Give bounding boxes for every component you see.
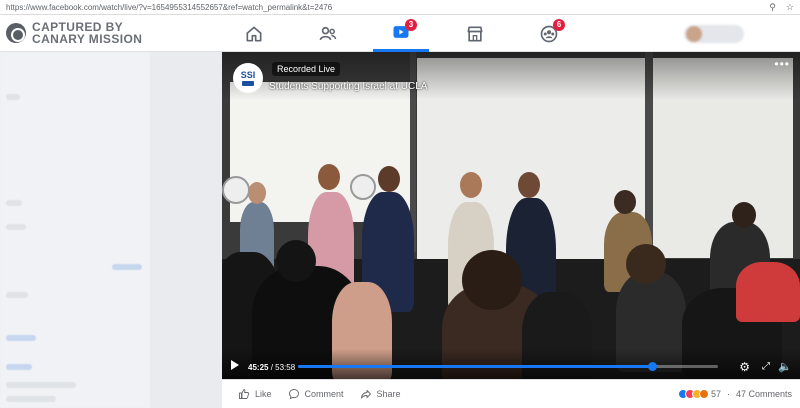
separator-dot: · — [726, 389, 730, 399]
progress-knob[interactable] — [647, 362, 657, 371]
url-text[interactable]: https://www.facebook.com/watch/live/?v=1… — [6, 3, 332, 12]
sidebar-blur-line — [112, 264, 142, 270]
home-icon — [246, 26, 262, 42]
elapsed-time: 45:25 — [248, 363, 269, 372]
reactions-summary[interactable]: 57 · 47 Comments — [677, 389, 792, 399]
tab-watch[interactable]: 3 — [373, 15, 429, 52]
like-label: Like — [255, 389, 272, 399]
play-icon[interactable] — [231, 360, 239, 370]
progress-bar[interactable] — [298, 362, 718, 371]
sidebar-blur-line — [6, 94, 20, 100]
share-icon — [360, 390, 371, 399]
star-icon[interactable]: ☆ — [786, 2, 794, 12]
fullscreen-icon[interactable]: ⤢ — [762, 361, 770, 373]
left-sidebar — [0, 52, 150, 408]
video-controls: 45:25 / 53:58 ⚙ ⤢ 🔈 — [222, 349, 800, 379]
video-frame — [222, 52, 800, 379]
reaction-count: 57 — [710, 389, 721, 399]
playback-time: 45:25 / 53:58 — [248, 363, 296, 372]
marketplace-icon — [467, 26, 483, 41]
tab-marketplace[interactable] — [447, 15, 503, 52]
share-button[interactable]: Share — [360, 388, 401, 400]
thumbs-up-icon — [239, 389, 250, 399]
settings-icon[interactable]: ⚙ — [739, 361, 750, 373]
browser-url-bar[interactable]: https://www.facebook.com/watch/live/?v=1… — [0, 0, 800, 15]
comment-label: Comment — [304, 389, 344, 399]
sidebar-blur-line — [6, 335, 36, 341]
comments-count-link[interactable]: 47 Comments — [736, 389, 792, 399]
zoom-icon[interactable]: ⚲ — [769, 2, 776, 12]
progress-fill — [298, 365, 652, 368]
sidebar-blur-line — [6, 292, 28, 298]
comment-button[interactable]: Comment — [288, 388, 344, 400]
page-avatar[interactable]: SSI — [233, 63, 263, 93]
more-options-icon[interactable]: ••• — [774, 57, 790, 71]
brand-logo-icon — [6, 23, 26, 43]
brand-watermark: CAPTURED BY CANARY MISSION — [6, 21, 142, 45]
action-bar: Like Comment Share 57 · 47 Comments — [222, 379, 800, 408]
reaction-icons — [677, 389, 709, 399]
volume-icon[interactable]: 🔈 — [778, 361, 792, 373]
friends-icon — [319, 26, 337, 40]
recorded-live-badge: Recorded Live — [272, 62, 341, 76]
groups-badge: 6 — [553, 19, 565, 31]
video-player[interactable]: SSI Recorded Live Students Supporting Is… — [222, 52, 800, 379]
video-title[interactable]: Students Supporting Israel at UCLA — [269, 81, 427, 92]
angry-reaction-icon — [698, 389, 709, 399]
tab-groups[interactable]: 6 — [521, 15, 577, 52]
share-label: Share — [376, 389, 401, 399]
sidebar-blur-line — [6, 382, 76, 388]
video-header-gradient — [222, 52, 800, 100]
sidebar-blur-line — [6, 364, 32, 370]
watch-badge: 3 — [405, 19, 417, 31]
sidebar-blur-line — [6, 224, 26, 230]
tab-home[interactable] — [226, 15, 282, 52]
brand-line-2: CANARY MISSION — [32, 32, 143, 46]
tab-friends[interactable] — [300, 15, 356, 52]
sidebar-blur-line — [6, 396, 56, 402]
like-button[interactable]: Like — [238, 388, 272, 400]
profile-button[interactable] — [684, 25, 744, 43]
comment-icon — [288, 389, 299, 400]
duration-time: 53:58 — [275, 363, 296, 372]
top-navigation: CAPTURED BY CANARY MISSION 3 6 — [0, 15, 800, 52]
sidebar-blur-line — [6, 200, 22, 206]
